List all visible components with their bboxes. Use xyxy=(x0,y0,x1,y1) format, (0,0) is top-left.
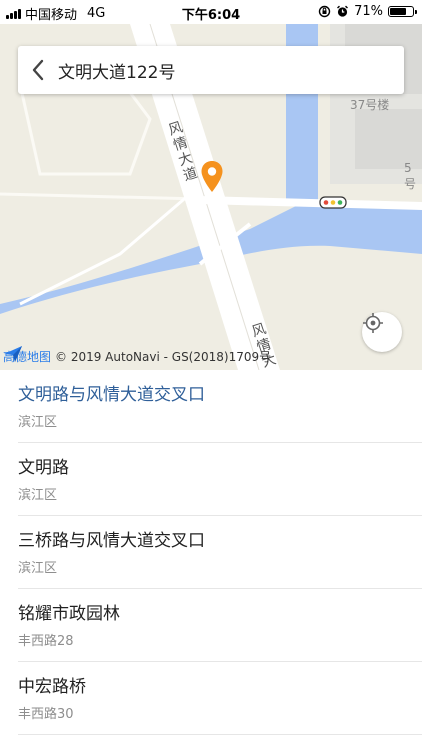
search-input[interactable]: 文明大道122号 xyxy=(58,58,175,83)
battery-percent: 71% xyxy=(354,4,383,19)
list-item[interactable]: 铭耀市政园林 丰西路28 xyxy=(18,589,422,662)
location-pin-icon[interactable] xyxy=(200,160,224,194)
list-item[interactable]: 文明路 滨江区 xyxy=(18,443,422,516)
result-title: 文明路 xyxy=(18,458,69,478)
result-title: 中宏路桥 xyxy=(18,677,86,697)
list-item[interactable]: 中宏路桥 丰西路30 xyxy=(18,662,422,735)
result-title: 铭耀市政园林 xyxy=(18,604,120,624)
chevron-left-icon xyxy=(32,59,44,81)
rotation-lock-icon xyxy=(318,5,331,18)
result-subtitle: 滨江区 xyxy=(18,561,58,576)
result-title: 文明路与风情大道交叉口 xyxy=(18,385,205,405)
result-subtitle: 滨江区 xyxy=(18,488,58,503)
battery-icon xyxy=(388,6,417,17)
map-copyright: © 2019 AutoNavi - GS(2018)1709号 xyxy=(55,349,272,364)
back-button[interactable] xyxy=(18,46,58,94)
result-subtitle: 丰西路30 xyxy=(18,707,74,722)
alarm-icon xyxy=(337,5,349,17)
search-bar[interactable]: 文明大道122号 xyxy=(18,46,404,94)
locate-me-button[interactable] xyxy=(362,312,402,352)
result-subtitle: 滨江区 xyxy=(18,415,58,430)
amap-logo-icon xyxy=(4,346,22,362)
map-attribution: 高德地图 © 2019 AutoNavi - GS(2018)1709号 xyxy=(3,345,271,367)
list-item[interactable]: 文明路与风情大道交叉口 滨江区 xyxy=(18,370,422,443)
building-37-label: 37号楼 xyxy=(350,98,390,112)
status-bar: 中国移动 4G 下午6:04 71% xyxy=(0,0,422,24)
status-right: 71% xyxy=(318,4,417,19)
building-5-label: 5号 xyxy=(404,161,417,191)
crosshair-icon xyxy=(363,313,383,333)
result-subtitle: 丰西路28 xyxy=(18,634,74,649)
result-list: 文明路与风情大道交叉口 滨江区 文明路 滨江区 三桥路与风情大道交叉口 滨江区 … xyxy=(0,370,422,735)
list-item[interactable]: 三桥路与风情大道交叉口 滨江区 xyxy=(18,516,422,589)
result-title: 三桥路与风情大道交叉口 xyxy=(18,531,205,551)
